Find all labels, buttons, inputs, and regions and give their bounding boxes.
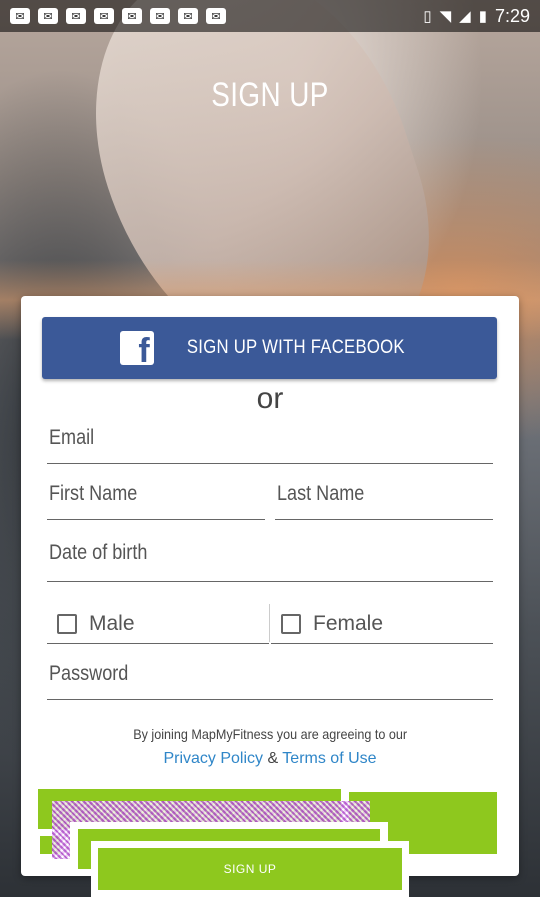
notification-icons: ✉ ✉ ✉ ✉ ✉ ✉ ✉ ✉ (10, 8, 226, 24)
notification-icon: ✉ (150, 8, 170, 24)
notification-icon: ✉ (38, 8, 58, 24)
or-divider-text: or (256, 382, 284, 415)
signup-button[interactable]: SIGN UP (98, 848, 402, 890)
ampersand: & (267, 750, 279, 767)
notification-icon: ✉ (206, 8, 226, 24)
date-of-birth-field[interactable]: Date of birth (47, 541, 493, 582)
legal-links: Privacy Policy & Terms of Use (21, 750, 519, 768)
dob-placeholder: Date of birth (49, 541, 148, 564)
notification-icon: ✉ (10, 8, 30, 24)
page-title: SIGN UP (211, 76, 329, 114)
password-field[interactable]: Password (47, 662, 493, 700)
email-placeholder: Email (49, 426, 95, 449)
gender-female-option[interactable]: Female (271, 604, 493, 644)
email-field[interactable]: Email (47, 426, 493, 464)
wifi-icon: ◥ (439, 8, 452, 25)
facebook-icon: f (119, 331, 154, 365)
first-name-placeholder: First Name (49, 482, 138, 505)
last-name-placeholder: Last Name (277, 482, 365, 505)
notification-icon: ✉ (94, 8, 114, 24)
last-name-field[interactable]: Last Name (275, 482, 493, 520)
battery-icon: ▮ (478, 8, 487, 25)
female-checkbox[interactable] (281, 613, 301, 634)
terms-of-use-link[interactable]: Terms of Use (282, 750, 376, 767)
notification-icon: ✉ (66, 8, 86, 24)
female-label: Female (313, 611, 384, 635)
facebook-signup-button[interactable]: f SIGN UP WITH FACEBOOK (42, 317, 497, 379)
male-label: Male (89, 611, 135, 635)
male-checkbox[interactable] (57, 613, 77, 634)
system-icons: ▯ ◥ ◢ ▮ 7:29 (423, 6, 530, 27)
status-time: 7:29 (494, 5, 530, 26)
first-name-field[interactable]: First Name (47, 482, 265, 520)
notification-icon: ✉ (122, 8, 142, 24)
terms-sentence: By joining MapMyFitness you are agreeing… (133, 726, 407, 742)
status-bar: ✉ ✉ ✉ ✉ ✉ ✉ ✉ ✉ ▯ ◥ ◢ ▮ 7:29 (0, 0, 540, 32)
notification-icon: ✉ (178, 8, 198, 24)
vibrate-icon: ▯ (423, 8, 432, 25)
gender-male-option[interactable]: Male (47, 604, 269, 644)
signal-icon: ◢ (459, 8, 471, 25)
facebook-signup-label: SIGN UP WITH FACEBOOK (186, 337, 405, 358)
password-placeholder: Password (49, 662, 129, 685)
gender-divider (269, 604, 270, 642)
terms-text: By joining MapMyFitness you are agreeing… (21, 726, 519, 742)
privacy-policy-link[interactable]: Privacy Policy (163, 750, 263, 767)
